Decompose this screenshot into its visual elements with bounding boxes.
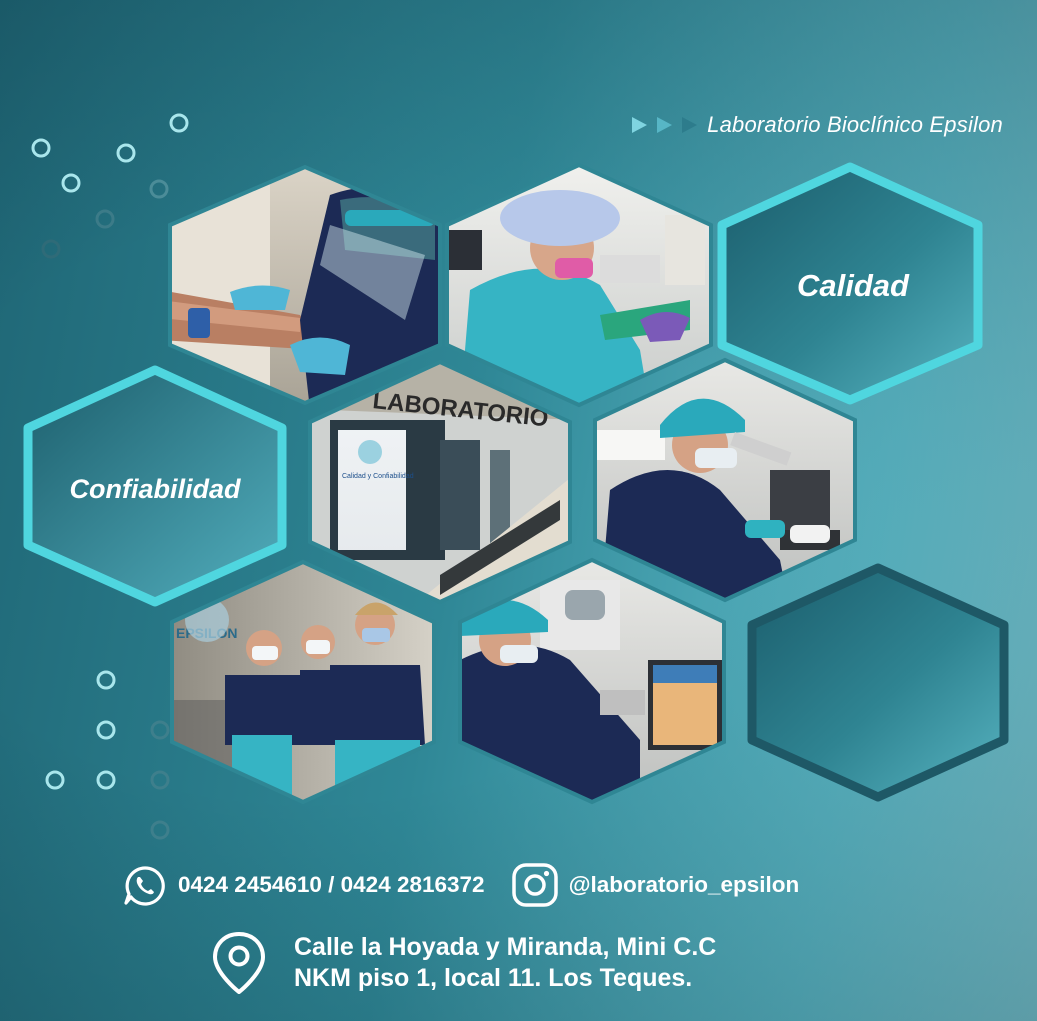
photo-staff-team: EPSILON (172, 562, 434, 802)
contact-row: 0424 2454610 / 0424 2816372 @laboratorio… (122, 863, 799, 907)
whatsapp-icon[interactable] (122, 864, 168, 906)
reliability-label: Confiabilidad (70, 474, 241, 504)
poster-text: Calidad y Confiabilidad (342, 473, 414, 480)
flyer-canvas: Laboratorio Bioclínico Epsilon LABORATOR… (0, 0, 1037, 1021)
quality-hexagon: Calidad (717, 162, 983, 405)
instagram-group: @laboratorio_epsilon (511, 862, 800, 908)
photo-lab-technician (447, 165, 711, 405)
phone-numbers[interactable]: 0424 2454610 / 0424 2816372 (178, 872, 485, 898)
address-line-2: NKM piso 1, local 11. Los Teques. (294, 964, 693, 992)
empty-hexagon (747, 563, 1009, 802)
quality-label: Calidad (797, 268, 910, 303)
photo-analyzer (460, 560, 724, 802)
instagram-handle[interactable]: @laboratorio_epsilon (569, 872, 800, 898)
photo-blood-draw (170, 167, 440, 403)
address-text: Calle la Hoyada y Miranda, Mini C.C NKM … (294, 932, 716, 994)
instagram-icon[interactable] (511, 862, 559, 908)
address-line-1: Calle la Hoyada y Miranda, Mini C.C (294, 933, 717, 961)
photo-lab-facade: LABORATORIO Calidad y Confiabilidad (310, 362, 570, 602)
reliability-hexagon: Confiabilidad (23, 365, 287, 607)
phone-group: 0424 2454610 / 0424 2816372 (122, 864, 485, 906)
location-pin-icon (213, 932, 265, 994)
address-block: Calle la Hoyada y Miranda, Mini C.C NKM … (210, 930, 716, 996)
